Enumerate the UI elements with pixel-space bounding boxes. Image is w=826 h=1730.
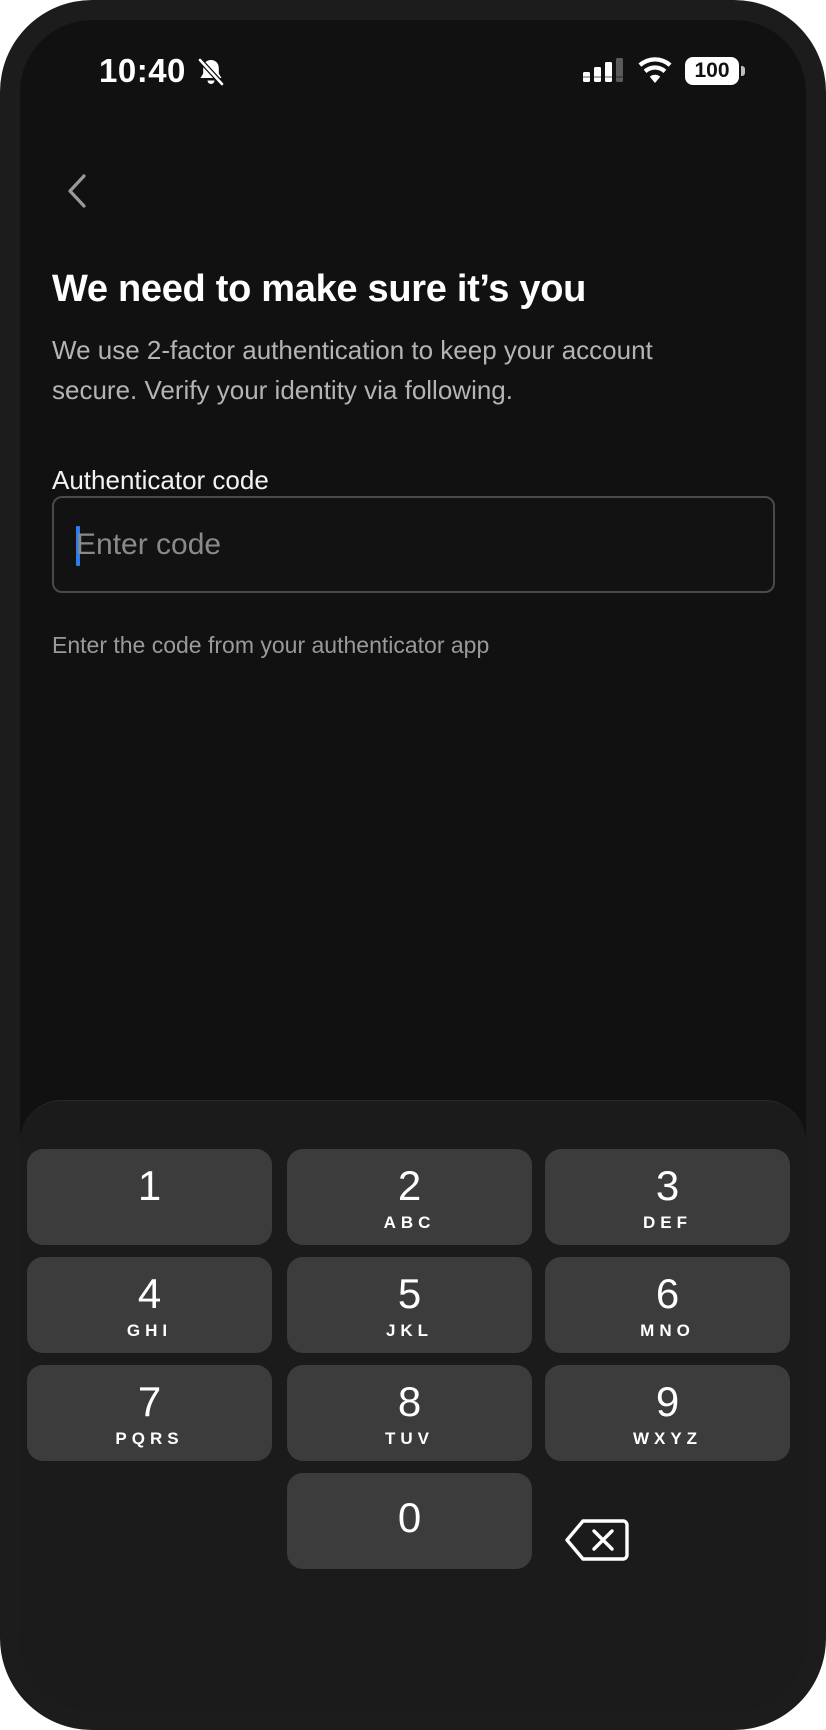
key-digit: 1: [137, 1162, 162, 1209]
key-8[interactable]: 8 TUV: [287, 1365, 532, 1461]
key-2[interactable]: 2 ABC: [287, 1149, 532, 1245]
backspace-icon: [565, 1519, 629, 1561]
key-5[interactable]: 5 JKL: [287, 1257, 532, 1353]
phone-frame: 10:40 100 We need to make sure it’s you …: [0, 0, 826, 1730]
key-digit: 0: [397, 1494, 422, 1541]
back-button[interactable]: [58, 166, 98, 216]
key-digit: 8: [397, 1378, 422, 1425]
code-input[interactable]: [76, 498, 756, 591]
key-letters: WXYZ: [632, 1429, 703, 1448]
delete-button[interactable]: [563, 1515, 633, 1565]
key-letters: TUV: [385, 1429, 434, 1448]
key-letters: ABC: [383, 1213, 436, 1232]
key-letters: JKL: [385, 1321, 434, 1340]
chevron-left-icon: [68, 174, 86, 208]
key-digit: 5: [397, 1270, 422, 1317]
cellular-signal-icon: [583, 58, 623, 82]
status-time: 10:40: [99, 52, 186, 89]
bell-off-icon: [198, 58, 224, 86]
wifi-icon: [638, 57, 672, 83]
status-bar: 10:40 100: [20, 20, 806, 110]
authenticator-code-label: Authenticator code: [52, 465, 269, 495]
screen: 10:40 100 We need to make sure it’s you …: [20, 20, 806, 1710]
key-digit: 3: [655, 1162, 680, 1209]
battery-cap: [741, 66, 745, 76]
battery-icon: 100: [685, 57, 739, 85]
key-digit: 9: [655, 1378, 680, 1425]
key-letters: GHI: [126, 1321, 173, 1340]
key-digit: 7: [137, 1378, 162, 1425]
key-3[interactable]: 3 DEF: [545, 1149, 790, 1245]
key-digit: 2: [397, 1162, 422, 1209]
key-9[interactable]: 9 WXYZ: [545, 1365, 790, 1461]
key-digit: 6: [655, 1270, 680, 1317]
key-7[interactable]: 7 PQRS: [27, 1365, 272, 1461]
key-4[interactable]: 4 GHI: [27, 1257, 272, 1353]
code-field[interactable]: [52, 496, 775, 593]
key-letters: MNO: [640, 1321, 695, 1340]
page-title: We need to make sure it’s you: [52, 268, 587, 310]
key-digit: 4: [137, 1270, 162, 1317]
page-subtitle: We use 2-factor authentication to keep y…: [52, 335, 653, 405]
helper-text: Enter the code from your authenticator a…: [52, 632, 490, 658]
key-letters: DEF: [643, 1213, 692, 1232]
key-6[interactable]: 6 MNO: [545, 1257, 790, 1353]
key-0[interactable]: 0: [287, 1473, 532, 1569]
key-1[interactable]: 1: [27, 1149, 272, 1245]
key-letters: PQRS: [115, 1429, 184, 1448]
